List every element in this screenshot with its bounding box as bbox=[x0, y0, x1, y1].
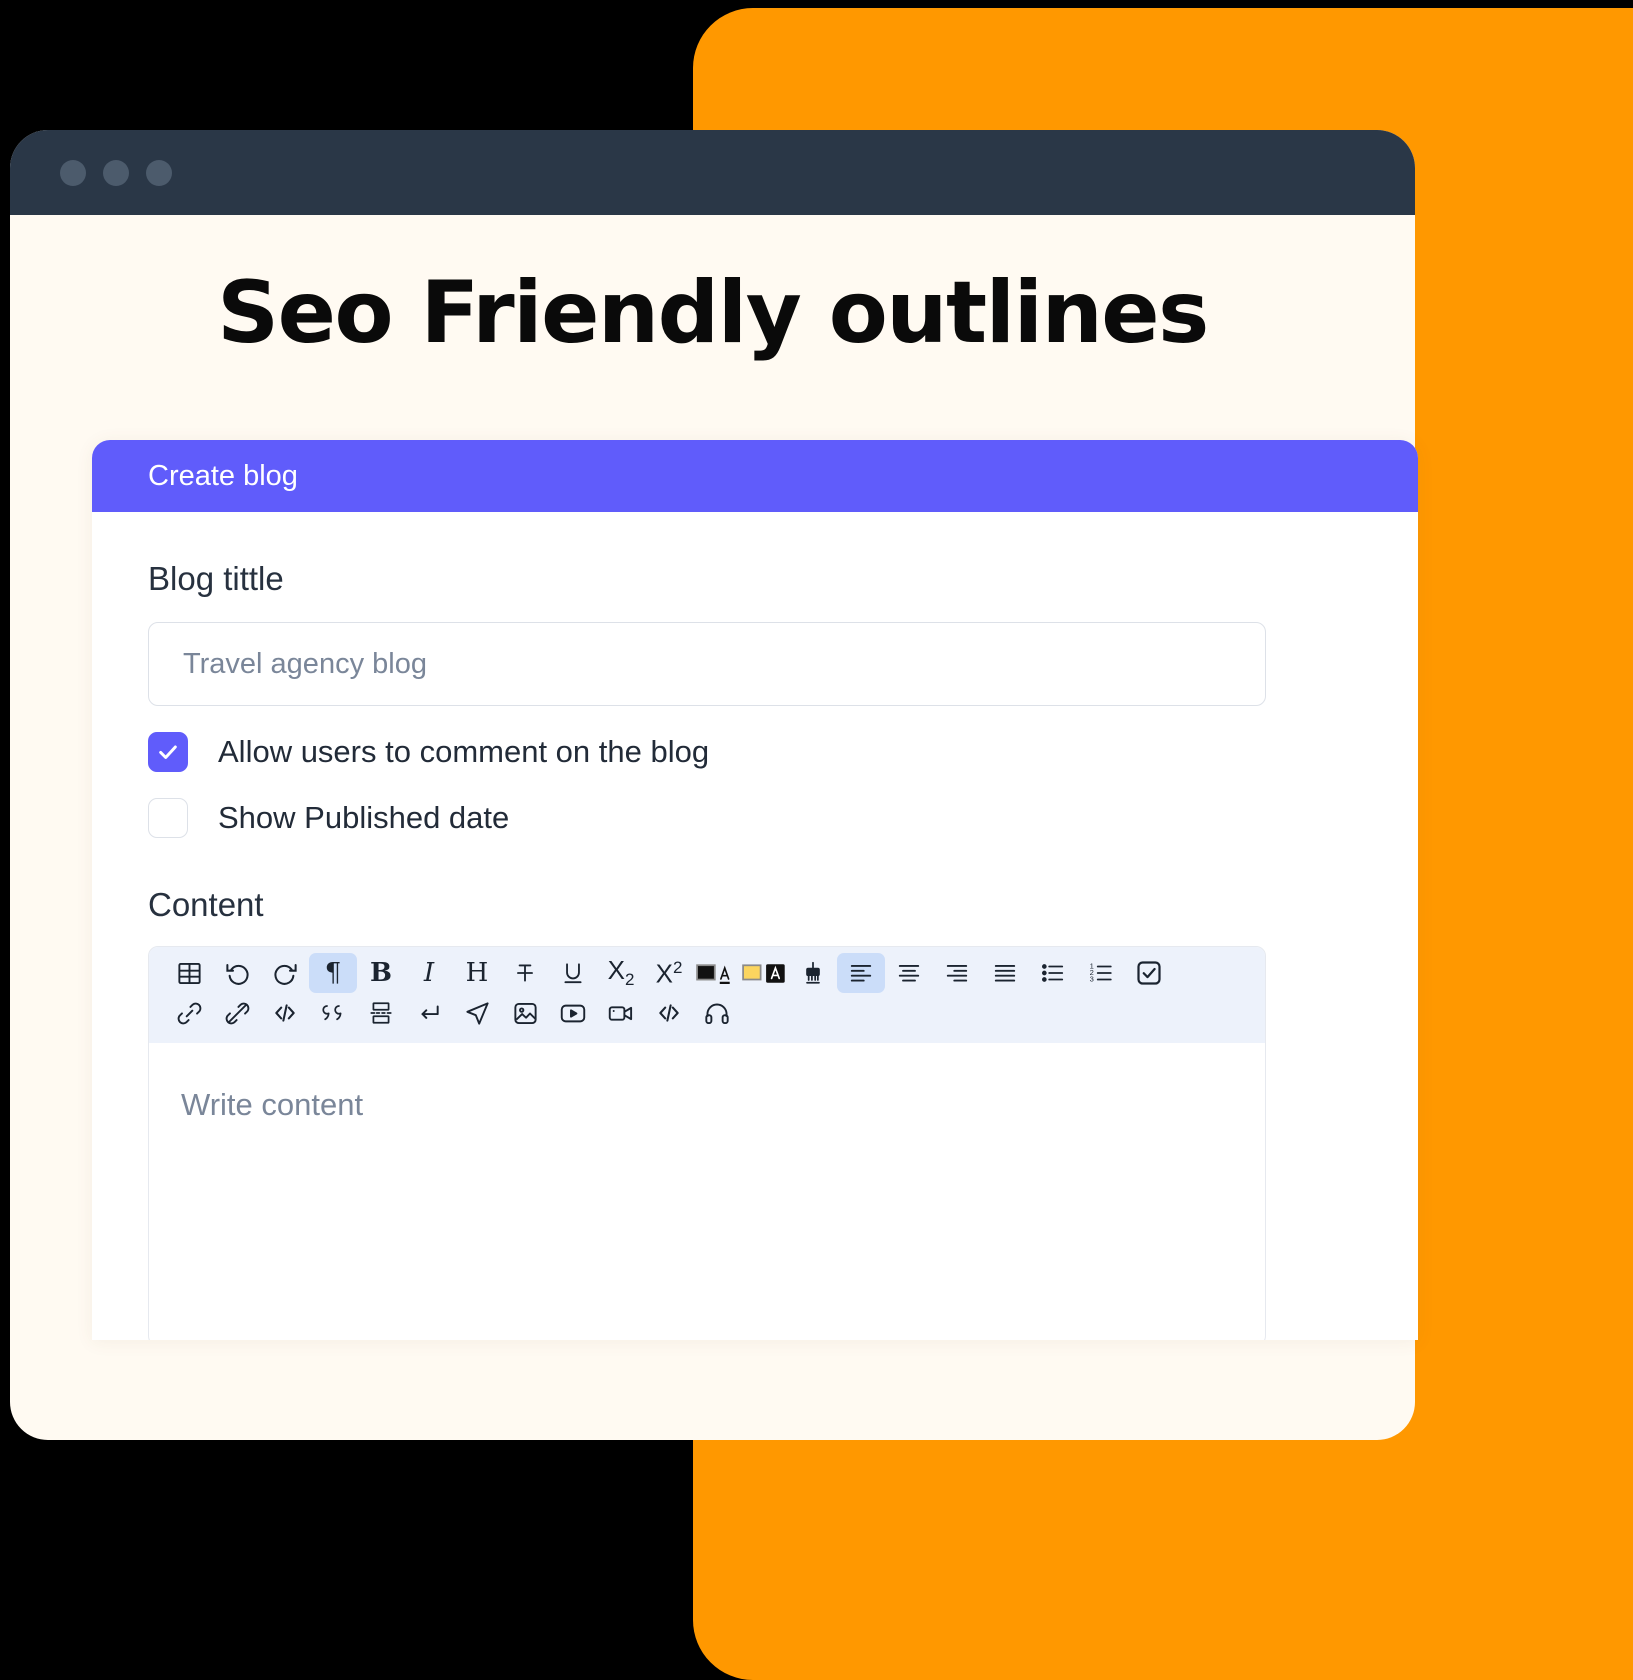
table-icon[interactable] bbox=[165, 953, 213, 993]
line-break-icon[interactable] bbox=[405, 993, 453, 1033]
code-block-icon[interactable] bbox=[645, 993, 693, 1033]
send-icon[interactable] bbox=[453, 993, 501, 1033]
svg-text:3: 3 bbox=[1090, 975, 1094, 984]
checkbox-label-allow-comments: Allow users to comment on the blog bbox=[218, 734, 710, 769]
link-icon[interactable] bbox=[165, 993, 213, 1033]
undo-icon[interactable] bbox=[213, 953, 261, 993]
clear-format-icon[interactable] bbox=[789, 953, 837, 993]
page-title: Seo Friendly outlines bbox=[217, 263, 1209, 363]
card-header-title: Create blog bbox=[148, 459, 298, 492]
align-center-icon[interactable] bbox=[885, 953, 933, 993]
camera-video-icon[interactable] bbox=[597, 993, 645, 1033]
code-icon[interactable] bbox=[261, 993, 309, 1033]
paragraph-icon[interactable]: ¶ bbox=[309, 953, 357, 993]
quote-icon[interactable] bbox=[309, 993, 357, 1033]
align-justify-icon[interactable] bbox=[981, 953, 1029, 993]
redo-icon[interactable] bbox=[261, 953, 309, 993]
bold-icon[interactable]: B bbox=[357, 953, 405, 993]
italic-icon[interactable]: I bbox=[405, 953, 453, 993]
toolbar-row-1: ¶ B I H X2 X2 1 2 3 bbox=[165, 953, 1249, 993]
align-right-icon[interactable] bbox=[933, 953, 981, 993]
card-header: Create blog bbox=[92, 440, 1418, 512]
page-break-icon[interactable] bbox=[357, 993, 405, 1033]
browser-title-bar bbox=[10, 130, 1415, 215]
window-minimize-dot[interactable] bbox=[103, 159, 129, 186]
blog-title-input[interactable] bbox=[148, 622, 1266, 706]
checklist-icon[interactable] bbox=[1125, 953, 1173, 993]
unlink-icon[interactable] bbox=[213, 993, 261, 1033]
highlight-color-icon[interactable] bbox=[741, 953, 789, 993]
bullet-list-icon[interactable] bbox=[1029, 953, 1077, 993]
headphones-icon[interactable] bbox=[693, 993, 741, 1033]
content-editor[interactable]: ¶ B I H X2 X2 1 2 3 Write content bbox=[148, 946, 1266, 1340]
video-player-icon[interactable] bbox=[549, 993, 597, 1033]
superscript-icon[interactable]: X2 bbox=[645, 953, 693, 993]
content-placeholder[interactable]: Write content bbox=[149, 1043, 1265, 1123]
checkbox-show-published-date[interactable] bbox=[148, 798, 188, 838]
check-icon bbox=[159, 745, 177, 759]
checkbox-allow-comments[interactable] bbox=[148, 732, 188, 772]
underline-icon[interactable] bbox=[549, 953, 597, 993]
checkbox-row-allow-comments[interactable]: Allow users to comment on the blog bbox=[148, 732, 1362, 772]
window-close-dot[interactable] bbox=[60, 159, 86, 186]
checkbox-row-show-published-date[interactable]: Show Published date bbox=[148, 798, 1362, 838]
create-blog-card: Create blog Blog tittle Allow users to c… bbox=[92, 440, 1418, 1340]
toolbar-row-2 bbox=[165, 993, 1249, 1033]
blog-title-label: Blog tittle bbox=[148, 560, 284, 597]
numbered-list-icon[interactable]: 1 2 3 bbox=[1077, 953, 1125, 993]
content-label: Content bbox=[148, 886, 264, 923]
editor-toolbar: ¶ B I H X2 X2 1 2 3 bbox=[149, 947, 1265, 1043]
window-maximize-dot[interactable] bbox=[146, 159, 172, 186]
image-icon[interactable] bbox=[501, 993, 549, 1033]
text-color-icon[interactable] bbox=[693, 953, 741, 993]
heading-icon[interactable]: H bbox=[453, 953, 501, 993]
strikethrough-icon[interactable] bbox=[501, 953, 549, 993]
card-body: Blog tittle Allow users to comment on th… bbox=[92, 560, 1418, 1340]
subscript-icon[interactable]: X2 bbox=[597, 953, 645, 993]
checkbox-label-show-published-date: Show Published date bbox=[218, 800, 510, 835]
align-left-icon[interactable] bbox=[837, 953, 885, 993]
